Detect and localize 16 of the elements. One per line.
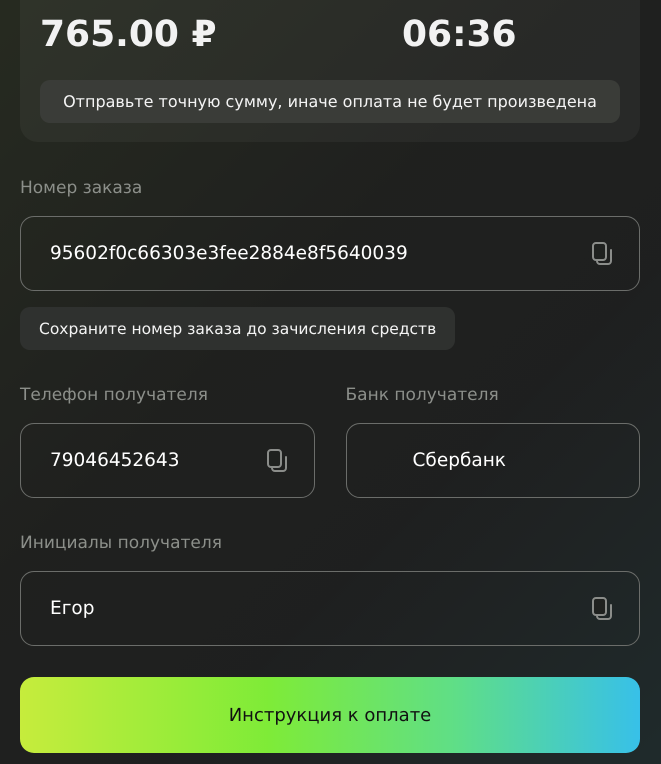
amount: 765.00 ₽ (40, 13, 218, 57)
payment-instructions-button[interactable]: Инструкция к оплате (20, 677, 640, 753)
save-order-hint: Сохраните номер заказа до зачисления средств (20, 307, 456, 350)
field-label: Номер заказа (20, 177, 142, 200)
exact-amount-notice: Отправьте точную сумму, иначе оплата не будет произведена (40, 80, 620, 123)
copy-icon[interactable] (592, 596, 612, 620)
field-value[interactable]: 95602f0c66303e3fee2884e8f5640039 (50, 243, 408, 264)
countdown-timer: 06:36 (402, 13, 518, 57)
field-value[interactable]: 79046452643 (50, 450, 180, 471)
field-label: Банк получателя (346, 384, 499, 407)
field-label: Инициалы получателя (20, 532, 222, 555)
field-value[interactable]: Егор (50, 598, 94, 619)
field-value[interactable]: Сбербанк (412, 450, 506, 471)
field-label: Телефон получателя (20, 384, 208, 407)
copy-icon[interactable] (592, 242, 612, 266)
copy-icon[interactable] (266, 448, 286, 472)
